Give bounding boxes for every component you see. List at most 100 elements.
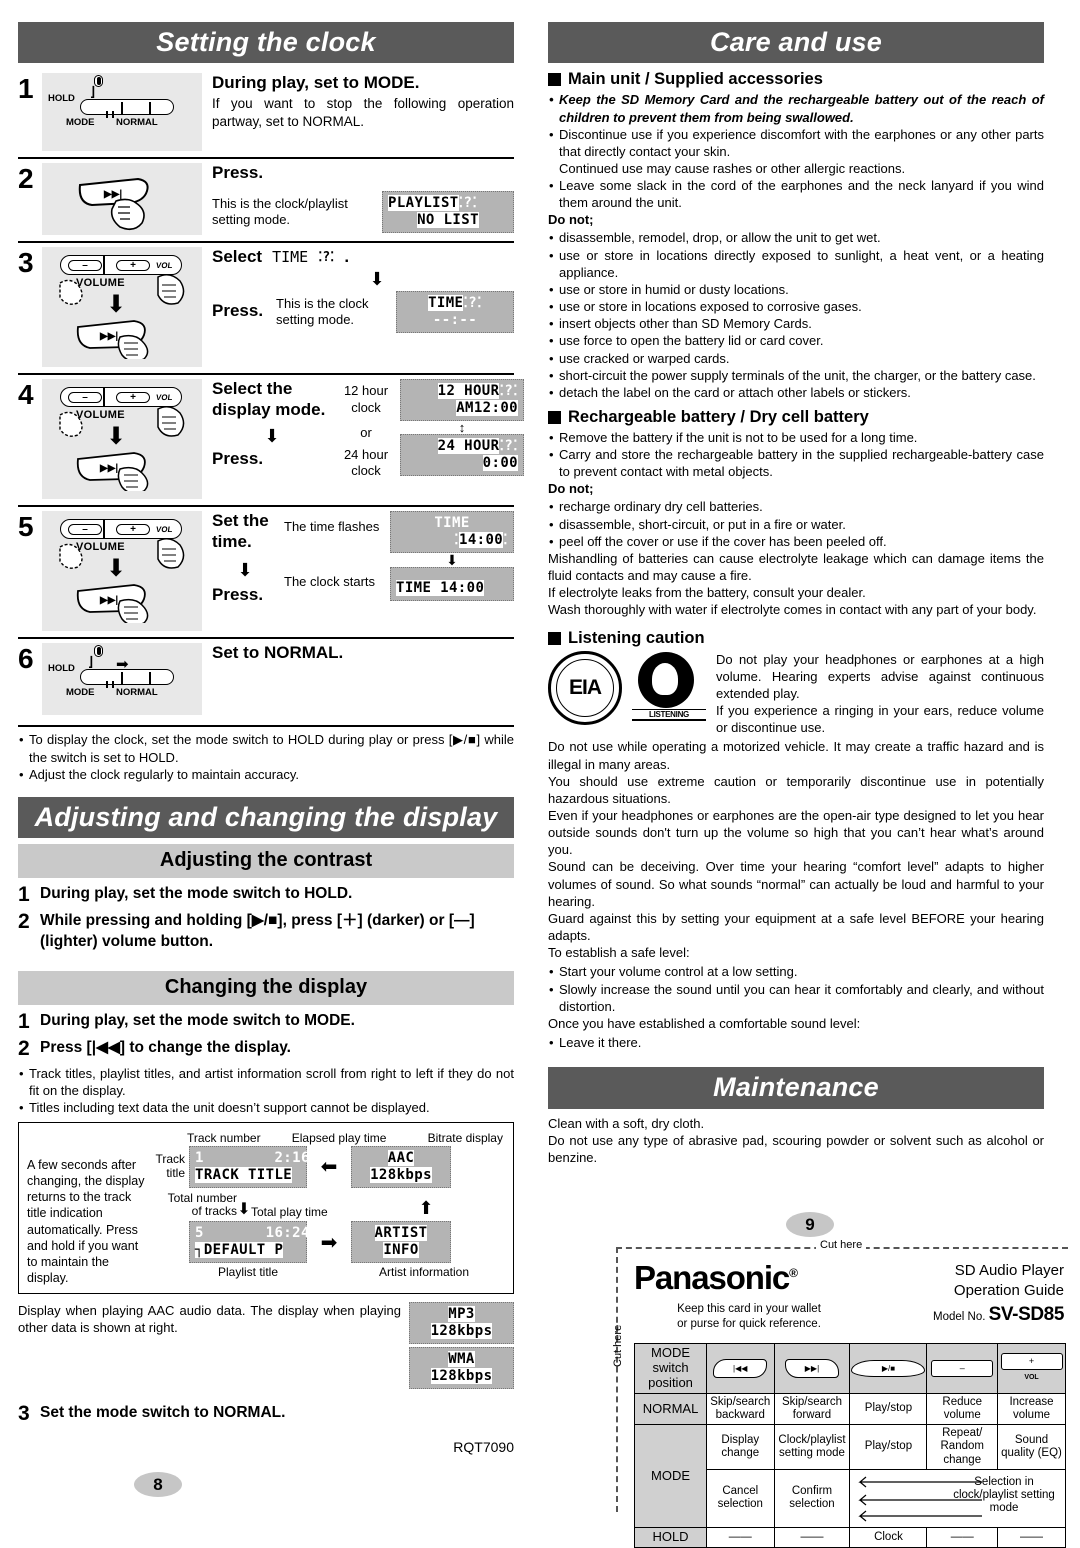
label-24-hour-clock: 24 hour clock <box>343 447 389 479</box>
table-cell: Clock/playlist setting mode <box>773 1424 851 1470</box>
maintenance-para: Do not use any type of abrasive pad, sco… <box>548 1132 1044 1165</box>
listening-para: Sound can be deceiving. Over time your h… <box>548 859 1044 909</box>
caption-time-flashes: The time flashes <box>284 519 380 535</box>
step-3-caption: This is the clock setting mode. <box>276 296 369 328</box>
hand-right-icon <box>157 274 185 306</box>
note-item: Adjust the clock regularly to maintain a… <box>18 766 514 783</box>
figure-volume-and-skip: – + VOL VOLUME ⬇ ▶▶| <box>42 511 202 632</box>
safe-level-bullets: Start your volume control at a low setti… <box>548 963 1044 1014</box>
lcd-line: AAC <box>387 1149 415 1166</box>
clock-notes: To display the clock, set the mode switc… <box>18 731 514 783</box>
header-volume-plus-icon: +VOL <box>997 1343 1066 1394</box>
label-elapsed-play-time: Elapsed play time <box>291 1130 387 1145</box>
volume-plus-button[interactable]: + <box>116 260 150 272</box>
lcd-time-set: TIME 14:00 <box>390 567 514 602</box>
bullet-item: detach the label on the card or attach o… <box>548 384 1044 401</box>
maintenance-para: Clean with a soft, dry cloth. <box>548 1115 705 1131</box>
table-cell: Cancel selection <box>706 1468 775 1528</box>
eia-logo-icon: EIA <box>548 650 622 725</box>
corner-line-1: MODE switch <box>651 1345 690 1375</box>
label-track-number: Track number <box>187 1130 261 1145</box>
display-step-3: 3 Set the mode switch to NORMAL. <box>18 1402 514 1425</box>
corner-line-2: position <box>648 1374 693 1390</box>
step-3-lcd-token: TIME <box>272 248 309 267</box>
lcd-line: TRACK TITLE <box>195 1166 293 1183</box>
row-label-hold: HOLD <box>634 1526 707 1548</box>
bullet-item: Remove the battery if the unit is not to… <box>548 429 1044 446</box>
volume-plus-button[interactable]: + <box>116 392 150 404</box>
step-number: 5 <box>18 511 34 543</box>
header-skip-forward-icon: ▶▶| <box>773 1343 851 1394</box>
bullet-item: Keep the SD Memory Card and the recharge… <box>548 91 1044 125</box>
row-label-mode: MODE <box>634 1424 707 1528</box>
bullet-item: Leave some slack in the cord of the earp… <box>548 177 1044 211</box>
listening-para: If you experience a ringing in your ears… <box>716 703 1044 736</box>
step-number: 1 <box>18 883 30 907</box>
lcd-line: 24 HOUR <box>437 438 500 455</box>
step-3: 3 – + VOL VOLUME ⬇ ▶▶| Select TIME ⁚?⁚ .… <box>18 243 514 376</box>
display-notes: Track titles, playlist titles, and artis… <box>18 1065 514 1117</box>
label-title: title <box>166 1165 185 1180</box>
function-reference-table: MODE switch position |◀◀ ▶▶| ▶/■ – +VOL … <box>634 1343 1066 1548</box>
hand-press-skip-icon: ▶▶| <box>78 178 149 231</box>
hand-right-icon <box>157 406 185 438</box>
listening-para: Do not use while operating a motorized v… <box>548 739 1044 772</box>
volume-minus-button[interactable]: – <box>68 260 102 272</box>
lcd-line: ARTIST <box>374 1225 428 1242</box>
down-arrow-icon: ⬇ <box>264 426 280 447</box>
step-5: 5 – + VOL VOLUME ⬇ ▶▶| Set the time. ⬇ P… <box>18 507 514 640</box>
do-not-label-2: Do not; <box>548 481 594 497</box>
step-number: 3 <box>18 247 34 279</box>
section-title-setting-the-clock: Setting the clock <box>18 22 514 64</box>
step-text: During play, set the mode switch to HOLD… <box>40 885 353 903</box>
table-row-normal: NORMAL Skip/search backward Skip/search … <box>634 1392 1066 1426</box>
manual-page: Setting the clock 1 HOLD ⌋ MODE NORMAL D… <box>0 0 1080 1548</box>
document-code: RQT7090 <box>453 1438 514 1455</box>
step-5-body: Set the time. ⬇ Press. The time flashes … <box>212 511 514 607</box>
lcd-line: TIME <box>434 515 470 532</box>
table-cell: Skip/search backward <box>706 1392 775 1426</box>
diagram-side-text: A few seconds after changing, the displa… <box>27 1157 145 1286</box>
table-cell: Increase volume <box>997 1392 1066 1426</box>
step-3-heading-post: . <box>344 247 350 267</box>
brand-name: Panasonic <box>634 1259 790 1296</box>
reference-card: Cut here Cut here Panasonic® Keep this c… <box>598 1239 1068 1548</box>
do-not-list-2: recharge ordinary dry cell batteries. di… <box>548 498 1044 550</box>
volume-plus-button[interactable]: + <box>116 524 150 536</box>
header-play-stop-icon: ▶/■ <box>849 1343 928 1394</box>
square-bullet-icon <box>548 631 561 645</box>
care-bullets-main-unit: Keep the SD Memory Card and the recharge… <box>548 91 1044 211</box>
table-cell: Confirm selection <box>773 1468 851 1528</box>
svg-text:▶▶|: ▶▶| <box>103 189 122 200</box>
label-track: Track <box>155 1151 185 1166</box>
eia-logo-text: EIA <box>568 675 602 699</box>
bullet-item: use cracked or warped cards. <box>548 350 1044 367</box>
right-arrow-icon: ➡ <box>320 1231 338 1254</box>
listening-para: Do not play your headphones or earphones… <box>716 651 1044 701</box>
label-or: or <box>360 424 372 440</box>
table-cell: Reduce volume <box>926 1392 999 1426</box>
lcd-line: 128kbps <box>430 1322 493 1339</box>
step-1-heading: During play, set to MODE. <box>212 73 420 93</box>
page-number-left: 8 <box>134 1472 182 1497</box>
bullet-item: peel off the cover or use if the cover h… <box>548 533 1044 550</box>
down-arrow-icon: ⬇ <box>369 269 385 290</box>
down-arrow-icon: ⬇ <box>106 423 127 451</box>
subsection-changing-display: Changing the display <box>18 971 514 1006</box>
bullet-item: insert objects other than SD Memory Card… <box>548 315 1044 332</box>
lcd-line: TIME 14:00 <box>396 580 485 597</box>
lcd-line: --:-- <box>432 312 478 329</box>
step-number: 1 <box>18 73 34 105</box>
subsection-adjusting-contrast: Adjusting the contrast <box>18 844 514 879</box>
heading-text: Main unit / Supplied accessories <box>568 70 823 89</box>
header-skip-backward-icon: |◀◀ <box>706 1343 775 1394</box>
volume-minus-button[interactable]: – <box>68 524 102 536</box>
lcd-bitrate-wma: WMA 128kbps <box>409 1346 514 1389</box>
lcd-artist-info: ARTIST INFO <box>351 1221 451 1264</box>
step-2-body: Press. This is the clock/playlist settin… <box>212 163 514 234</box>
volume-minus-button[interactable]: – <box>68 392 102 404</box>
model-label: Model No. <box>933 1311 986 1323</box>
page-number-right: 9 <box>786 1212 834 1237</box>
table-cell: Clock <box>849 1526 928 1548</box>
switch-arrow-icon: ⌋ <box>88 654 94 670</box>
